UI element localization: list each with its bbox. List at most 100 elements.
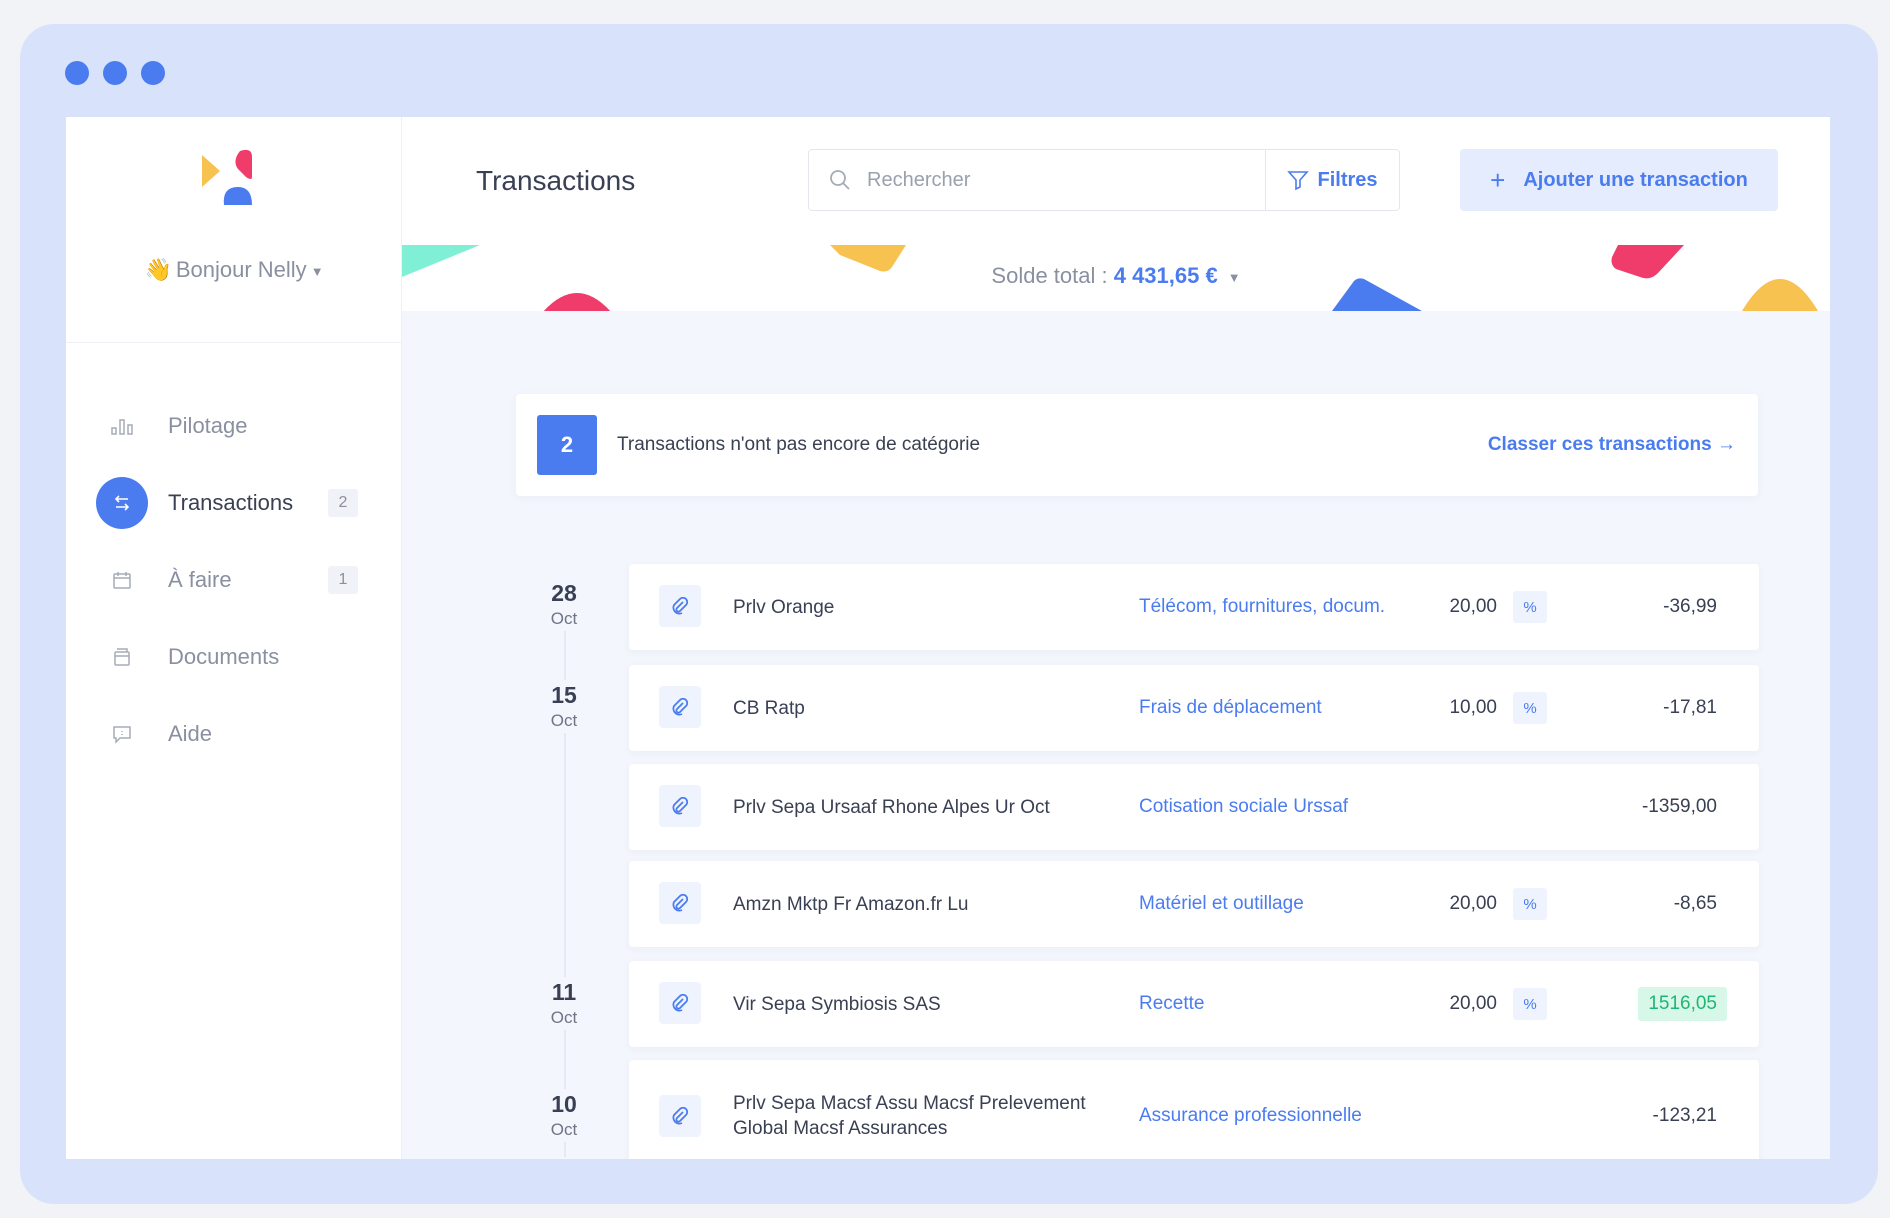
window-controls <box>65 61 165 85</box>
transaction-row[interactable]: CB Ratp Frais de déplacement 10,00 % -17… <box>629 665 1759 751</box>
attachment-paperclip-icon[interactable] <box>659 982 701 1024</box>
page-title: Transactions <box>476 165 636 196</box>
search-box: Filtres <box>808 149 1400 211</box>
transaction-row[interactable]: Prlv Orange Télécom, fournitures, docum.… <box>629 564 1759 650</box>
decorative-shape-icon <box>543 293 611 311</box>
caret-down-icon: ▼ <box>310 263 324 279</box>
date-day: 15 <box>551 682 577 708</box>
percent-badge[interactable]: % <box>1513 988 1547 1020</box>
filters-label: Filtres <box>1317 168 1378 191</box>
user-greeting-menu[interactable]: 👋 Bonjour Nelly ▼ <box>66 257 402 283</box>
uncategorized-count-badge: 2 <box>537 415 597 475</box>
transaction-category-link[interactable]: Matériel et outillage <box>1139 861 1304 947</box>
count-badge: 1 <box>328 566 358 594</box>
balance-label: Solde total : <box>991 263 1108 288</box>
transfer-arrows-icon <box>96 476 148 529</box>
date-day: 10 <box>551 1091 577 1117</box>
alert-message: Transactions n'ont pas encore de catégor… <box>617 434 981 455</box>
filters-button[interactable]: Filtres <box>1265 150 1399 210</box>
date-day: 28 <box>551 580 577 606</box>
sidebar-item-label: Aide <box>168 720 213 746</box>
transaction-amount: 1516,05 <box>1638 961 1727 1047</box>
date-group-label: 11 Oct <box>534 977 594 1030</box>
transaction-label: Prlv Sepa Macsf Assu Macsf Prelevement G… <box>733 1093 1086 1139</box>
sidebar-item-a-faire[interactable]: À faire 1 <box>66 541 402 618</box>
transaction-label: Prlv Sepa Ursaaf Rhone Alpes Ur Oct <box>733 796 1050 818</box>
transaction-row[interactable]: Amzn Mktp Fr Amazon.fr Lu Matériel et ou… <box>629 861 1759 947</box>
sidebar: 👋 Bonjour Nelly ▼ Pilotage Transactions 2 <box>66 117 402 1159</box>
window-dot-icon[interactable] <box>103 61 127 85</box>
attachment-paperclip-icon[interactable] <box>659 686 701 728</box>
sidebar-item-label: Transactions <box>168 489 294 515</box>
balance-amount: 4 431,65 € <box>1113 263 1218 288</box>
add-transaction-label: Ajouter une transaction <box>1523 168 1748 191</box>
transaction-category-link[interactable]: Télécom, fournitures, docum. <box>1139 564 1385 650</box>
app-logo-icon <box>202 149 252 205</box>
transaction-label: Vir Sepa Symbiosis SAS <box>733 993 941 1015</box>
vat-rate: 20,00 <box>1449 893 1497 914</box>
transaction-category-link[interactable]: Frais de déplacement <box>1139 665 1322 751</box>
attachment-paperclip-icon[interactable] <box>659 882 701 924</box>
classify-transactions-link[interactable]: Classer ces transactions → <box>1488 434 1736 456</box>
amount-value: -1359,00 <box>1641 796 1717 817</box>
amount-value: -36,99 <box>1663 596 1717 617</box>
transaction-row[interactable]: Vir Sepa Symbiosis SAS Recette 20,00 % 1… <box>629 961 1759 1047</box>
page-header: Transactions Filtres + Ajouter une trans… <box>402 117 1830 245</box>
percent-badge[interactable]: % <box>1513 591 1547 623</box>
sidebar-item-aide[interactable]: Aide <box>66 695 402 772</box>
amount-value: -8,65 <box>1673 893 1717 914</box>
bar-chart-icon <box>96 400 148 452</box>
sidebar-item-label: À faire <box>168 566 232 592</box>
date-month: Oct <box>550 1120 578 1139</box>
plus-icon: + <box>1490 164 1506 195</box>
transaction-label: Prlv Orange <box>733 596 835 618</box>
folder-icon <box>96 631 148 683</box>
date-group-label: 10 Oct <box>534 1089 594 1142</box>
sidebar-nav: Pilotage Transactions 2 À faire 1 Docume… <box>66 387 402 772</box>
calendar-icon <box>96 554 148 606</box>
search-input[interactable] <box>867 168 1257 192</box>
vat-rate: 20,00 <box>1449 993 1497 1014</box>
transaction-row[interactable]: Prlv Sepa Ursaaf Rhone Alpes Ur Oct Coti… <box>629 764 1759 850</box>
transaction-amount: -8,65 <box>1674 861 1717 947</box>
balance-banner: Solde total : 4 431,65 € ▼ <box>402 245 1830 311</box>
amount-value-positive: 1516,05 <box>1638 987 1727 1021</box>
search-icon <box>829 169 851 191</box>
transaction-category-link[interactable]: Cotisation sociale Urssaf <box>1139 764 1348 850</box>
greeting-text: Bonjour Nelly <box>175 257 307 282</box>
transaction-amount: -36,99 <box>1663 564 1717 650</box>
transaction-amount: -17,81 <box>1663 665 1717 751</box>
amount-value: -123,21 <box>1652 1105 1717 1126</box>
sidebar-item-documents[interactable]: Documents <box>66 618 402 695</box>
browser-frame: 👋 Bonjour Nelly ▼ Pilotage Transactions 2 <box>20 24 1878 1204</box>
attachment-paperclip-icon[interactable] <box>659 785 701 827</box>
add-transaction-button[interactable]: + Ajouter une transaction <box>1460 149 1778 211</box>
help-chat-icon <box>96 708 148 760</box>
uncategorized-alert: 2 Transactions n'ont pas encore de catég… <box>516 394 1758 496</box>
total-balance[interactable]: Solde total : 4 431,65 € ▼ <box>402 263 1830 289</box>
transaction-category-link[interactable]: Recette <box>1139 961 1204 1047</box>
date-month: Oct <box>550 1008 578 1027</box>
window-dot-icon[interactable] <box>65 61 89 85</box>
transaction-label: CB Ratp <box>733 697 805 719</box>
sidebar-item-pilotage[interactable]: Pilotage <box>66 387 402 464</box>
date-group-label: 15 Oct <box>534 680 594 733</box>
attachment-paperclip-icon[interactable] <box>659 1095 701 1137</box>
date-month: Oct <box>550 609 578 628</box>
filter-funnel-icon <box>1287 171 1310 191</box>
percent-badge[interactable]: % <box>1513 692 1547 724</box>
date-group-label: 28 Oct <box>534 578 594 631</box>
vat-rate: 20,00 <box>1449 596 1497 617</box>
date-month: Oct <box>550 711 578 730</box>
transaction-category-link[interactable]: Assurance professionnelle <box>1139 1060 1362 1159</box>
window-dot-icon[interactable] <box>141 61 165 85</box>
app-window: 👋 Bonjour Nelly ▼ Pilotage Transactions 2 <box>66 117 1830 1159</box>
attachment-paperclip-icon[interactable] <box>659 585 701 627</box>
caret-down-icon: ▼ <box>1227 269 1241 285</box>
sidebar-item-label: Pilotage <box>168 412 248 438</box>
count-badge: 2 <box>328 489 358 517</box>
percent-badge[interactable]: % <box>1513 888 1547 920</box>
vat-rate: 10,00 <box>1449 697 1497 718</box>
sidebar-item-transactions[interactable]: Transactions 2 <box>66 464 402 541</box>
transaction-row[interactable]: Prlv Sepa Macsf Assu Macsf Prelevement G… <box>629 1060 1759 1159</box>
